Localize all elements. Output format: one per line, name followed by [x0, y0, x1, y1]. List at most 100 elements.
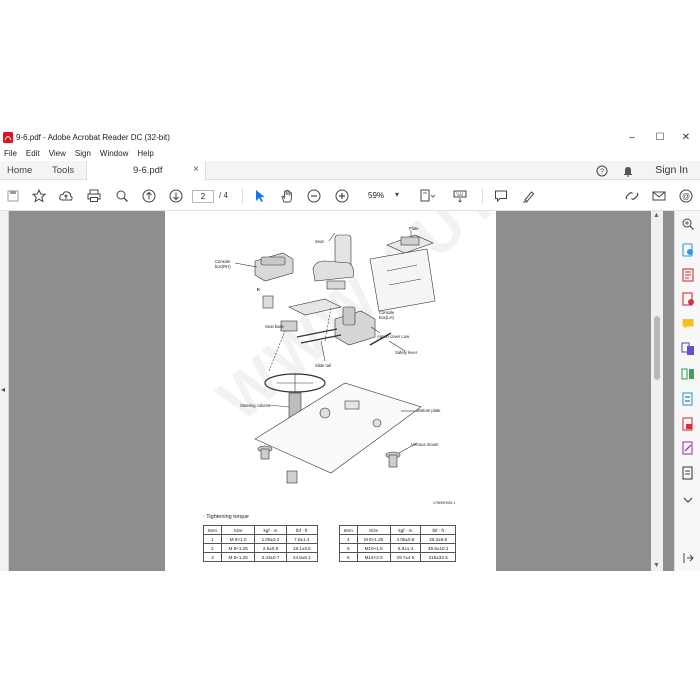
combine-files-icon[interactable]: [681, 342, 695, 356]
document-tab-label: 9-6.pdf: [133, 165, 163, 176]
cell: 49.9±10.1: [420, 543, 456, 553]
chevron-down-icon[interactable]: [681, 493, 695, 507]
edit-pdf-icon[interactable]: [681, 292, 695, 306]
tab-bar: Home Tools 9-6.pdf × ? Sign In: [0, 161, 700, 181]
acrobat-window: 9-6.pdf - Adobe Acrobat Reader DC (32-bi…: [0, 129, 700, 571]
toolbar-divider: [482, 189, 483, 203]
tab-home[interactable]: Home: [7, 161, 32, 180]
tab-document[interactable]: 9-6.pdf ×: [86, 161, 206, 181]
notifications-bell-icon[interactable]: [622, 165, 634, 177]
chevron-down-icon: ▾: [395, 190, 400, 199]
save-icon[interactable]: [5, 188, 21, 204]
cell: 24.8±5.1: [285, 552, 319, 562]
more-tools-icon[interactable]: [681, 466, 695, 480]
create-pdf-icon[interactable]: [681, 268, 695, 282]
label-seat: Seat: [315, 239, 324, 244]
cell: 1.05±0.2: [254, 534, 287, 544]
cell: 6.9±1.4: [389, 543, 422, 553]
top-margin: [0, 0, 700, 129]
export-pdf-icon[interactable]: [681, 243, 695, 257]
table-row: 6 M16×2.0 29.7±4.5 215±32.5: [339, 552, 456, 562]
cell: 29.7±4.5: [389, 552, 422, 562]
menu-view[interactable]: View: [49, 149, 66, 158]
torque-title: · Tightening torque: [203, 514, 249, 520]
left-panel-toggle[interactable]: ◂: [0, 211, 9, 571]
document-viewport[interactable]: ◂ WWW.AUTOEPO.COM: [0, 211, 674, 571]
find-text-icon[interactable]: [114, 188, 130, 204]
upload-cloud-icon[interactable]: [58, 188, 74, 204]
cell: 29.3±5.8: [420, 534, 456, 544]
cell: 6: [339, 552, 358, 562]
select-cursor-icon[interactable]: [252, 188, 268, 204]
account-icon[interactable]: @: [678, 188, 694, 204]
title-bar: 9-6.pdf - Adobe Acrobat Reader DC (32-bi…: [0, 129, 700, 145]
scroll-up-arrow-icon[interactable]: ▲: [653, 212, 660, 219]
zoom-dropdown[interactable]: 59% ▾: [362, 190, 406, 203]
hand-tool-icon[interactable]: [279, 188, 295, 204]
comment-icon[interactable]: [493, 188, 509, 204]
comment-tool-icon[interactable]: [681, 317, 695, 331]
keyboard-icon[interactable]: [452, 188, 468, 204]
zoom-value: 59%: [368, 191, 385, 200]
organize-pages-icon[interactable]: [681, 367, 695, 381]
cell: 4.05±0.8: [389, 534, 422, 544]
highlight-pen-icon[interactable]: [521, 188, 537, 204]
label-plate: Plate: [409, 226, 419, 231]
label-steering-column: Steering column: [240, 403, 271, 408]
zoom-in-icon[interactable]: [334, 188, 350, 204]
table-row: 5 M10×1.5 6.9±1.4 49.9±10.1: [339, 543, 456, 553]
protect-icon[interactable]: [681, 417, 695, 431]
main-toolbar: 2 / 4 59% ▾ @: [0, 181, 700, 211]
pdf-page: WWW.AUTOEPO.COM: [165, 211, 496, 571]
close-tab-icon[interactable]: ×: [193, 164, 199, 175]
cell: M 8×1.25: [220, 543, 256, 553]
svg-text:@: @: [682, 192, 690, 201]
bookmark-star-icon[interactable]: [31, 188, 47, 204]
menu-help[interactable]: Help: [137, 149, 153, 158]
zoom-out-icon[interactable]: [306, 188, 322, 204]
table-row: 4 M 8×1.25 4.05±0.8 29.3±5.8: [339, 534, 456, 544]
page-number-input[interactable]: 2: [192, 190, 214, 203]
close-window-button[interactable]: ✕: [672, 129, 700, 145]
torque-table-left: Item Size kgf · m lbf · ft 1 M 6×1.0 1.0…: [203, 525, 319, 562]
cell: M 8×1.25: [356, 534, 391, 544]
help-icon[interactable]: ?: [596, 165, 608, 177]
label-slide-rail: Slide rail: [315, 363, 332, 368]
menu-window[interactable]: Window: [100, 149, 128, 158]
fill-sign-icon[interactable]: [681, 441, 695, 455]
minimize-button[interactable]: –: [618, 129, 646, 145]
cell: 4: [339, 534, 358, 544]
share-link-icon[interactable]: [624, 188, 640, 204]
cell: M 8×1.25: [220, 552, 256, 562]
next-page-icon[interactable]: [168, 188, 184, 204]
page-fit-icon[interactable]: [419, 188, 435, 204]
scrollbar-thumb[interactable]: [654, 316, 660, 380]
acrobat-app-icon: [3, 131, 13, 143]
label-safety-lever: Safety lever: [395, 350, 418, 355]
expand-left-panel-icon: ◂: [1, 385, 6, 394]
header-kgf: kgf · m: [389, 525, 422, 535]
maximize-button[interactable]: ☐: [646, 129, 674, 145]
redact-icon[interactable]: [681, 392, 695, 406]
menu-file[interactable]: File: [4, 149, 17, 158]
menu-edit[interactable]: Edit: [26, 149, 40, 158]
table-row: 2 M 8×1.25 2.5±0.5 18.1±3.6: [203, 543, 319, 553]
search-zoom-icon[interactable]: [681, 217, 695, 231]
scroll-down-arrow-icon[interactable]: ▼: [653, 562, 660, 569]
cell: 7.6±1.4: [285, 534, 319, 544]
cell: M 6×1.0: [220, 534, 256, 544]
menu-sign[interactable]: Sign: [75, 149, 91, 158]
vertical-scrollbar[interactable]: ▲ ▼: [651, 211, 663, 571]
header-size: Size: [356, 525, 391, 535]
print-icon[interactable]: [86, 188, 102, 204]
email-icon[interactable]: [651, 188, 667, 204]
cell: 2.5±0.5: [254, 543, 287, 553]
cell: 18.1±3.6: [285, 543, 319, 553]
sign-in-link[interactable]: Sign In: [655, 164, 688, 176]
header-kgf: kgf · m: [254, 525, 287, 535]
tab-tools[interactable]: Tools: [52, 161, 74, 180]
label-aircon-cover: Aircon cover Low: [377, 334, 410, 339]
collapse-panel-icon[interactable]: [681, 551, 695, 565]
previous-page-icon[interactable]: [141, 188, 157, 204]
label-console-box-rh: Console box(RH): [215, 259, 231, 269]
